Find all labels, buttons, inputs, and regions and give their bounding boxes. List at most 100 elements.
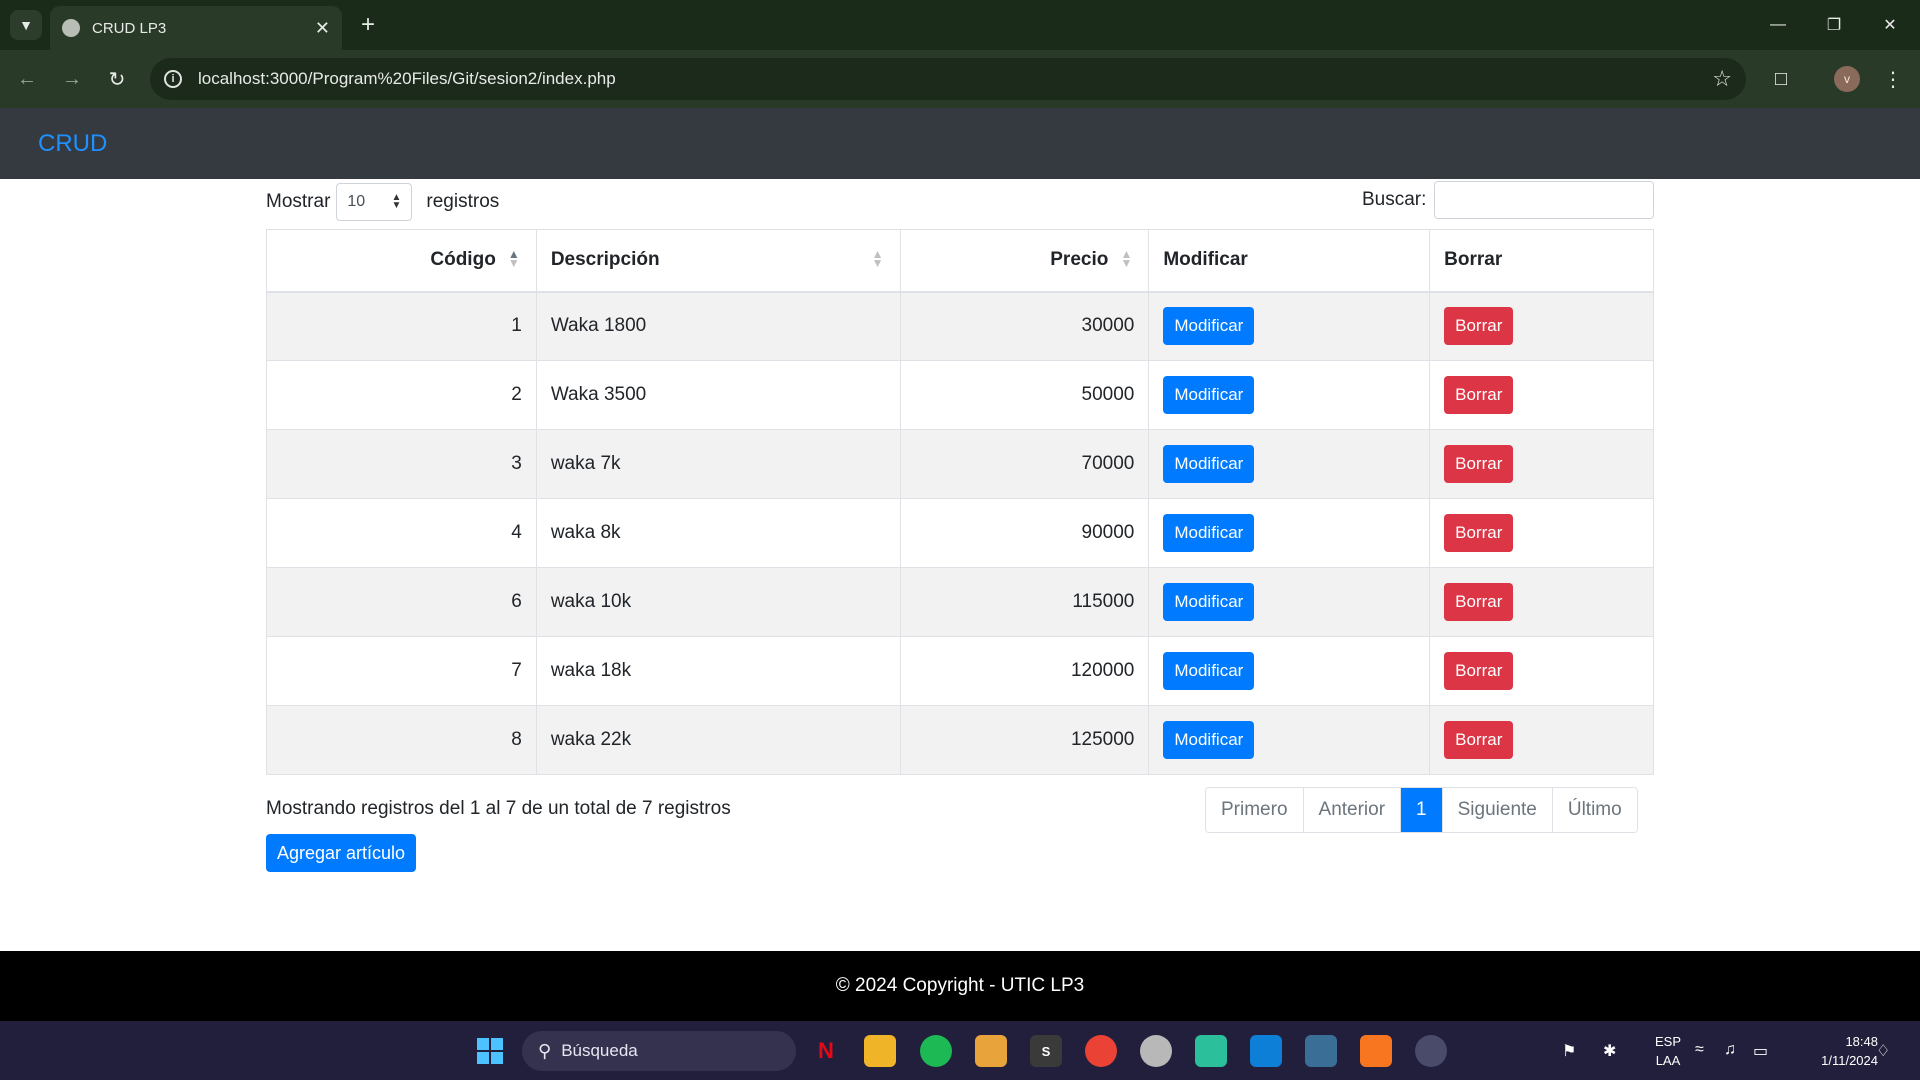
- modify-button[interactable]: Modificar: [1163, 376, 1255, 414]
- delete-button[interactable]: Borrar: [1444, 376, 1514, 414]
- cell-precio: 120000: [899, 636, 1150, 706]
- table-search: Buscar:: [1362, 181, 1655, 219]
- more-menu-icon[interactable]: ⋮: [1878, 64, 1908, 94]
- restore-button[interactable]: ❐: [1806, 0, 1862, 50]
- new-tab-button[interactable]: +: [352, 10, 384, 40]
- cell-borrar: Borrar: [1429, 498, 1654, 568]
- clock[interactable]: 18:48 1/11/2024: [1790, 1021, 1878, 1080]
- chrome-icon[interactable]: [1085, 1035, 1117, 1067]
- search-label: Buscar:: [1362, 189, 1427, 210]
- delete-button[interactable]: Borrar: [1444, 445, 1514, 483]
- cell-modificar: Modificar: [1148, 429, 1431, 499]
- windows-taskbar: ⚲ Búsqueda N S ⚑ ✱ ESP LAA ≈ ♫ ▭ 18:48 1…: [0, 1021, 1920, 1080]
- navbar-brand[interactable]: CRUD: [38, 130, 107, 158]
- spotify-icon[interactable]: [920, 1035, 952, 1067]
- cell-modificar: Modificar: [1148, 360, 1431, 430]
- taskbar-search[interactable]: ⚲ Búsqueda: [522, 1031, 796, 1071]
- column-header-codigo[interactable]: Código ▲ ▼: [266, 229, 537, 293]
- tab-search-button[interactable]: ▼: [10, 10, 42, 40]
- cell-borrar: Borrar: [1429, 705, 1654, 775]
- xampp-icon[interactable]: [1360, 1035, 1392, 1067]
- delete-button[interactable]: Borrar: [1444, 514, 1514, 552]
- battery-icon[interactable]: ▭: [1753, 1041, 1768, 1061]
- column-header-modificar: Modificar: [1148, 229, 1431, 293]
- sublime-icon[interactable]: S: [1030, 1035, 1062, 1067]
- app-cube-icon[interactable]: [975, 1035, 1007, 1067]
- address-bar[interactable]: i localhost:3000/Program%20Files/Git/ses…: [150, 58, 1746, 100]
- table-row: 2 Waka 3500 50000 Modificar Borrar: [266, 360, 1654, 430]
- chrome-profile-icon[interactable]: [1415, 1035, 1447, 1067]
- volume-icon[interactable]: ♫: [1724, 1041, 1736, 1059]
- cell-modificar: Modificar: [1148, 567, 1431, 637]
- pagination-first[interactable]: Primero: [1206, 788, 1303, 832]
- url-text[interactable]: localhost:3000/Program%20Files/Git/sesio…: [198, 69, 1712, 89]
- delete-button[interactable]: Borrar: [1444, 721, 1514, 759]
- cell-borrar: Borrar: [1429, 291, 1654, 361]
- pagination-page-current[interactable]: 1: [1400, 788, 1442, 832]
- modify-button[interactable]: Modificar: [1163, 583, 1255, 621]
- bluetooth-icon[interactable]: ✱: [1603, 1041, 1616, 1061]
- close-tab-icon[interactable]: ✕: [315, 18, 330, 39]
- forward-button[interactable]: →: [57, 64, 87, 94]
- start-button[interactable]: [474, 1035, 506, 1067]
- modify-button[interactable]: Modificar: [1163, 721, 1255, 759]
- delete-button[interactable]: Borrar: [1444, 583, 1514, 621]
- modify-button[interactable]: Modificar: [1163, 514, 1255, 552]
- pagination: Primero Anterior 1 Siguiente Último: [1205, 787, 1638, 833]
- cell-descripcion: Waka 1800: [535, 291, 901, 361]
- add-article-button[interactable]: Agregar artículo: [266, 834, 417, 872]
- main-content: Mostrar 10 ▲ ▼ registros Buscar: Código ▲…: [0, 179, 1920, 951]
- back-button[interactable]: ←: [12, 64, 42, 94]
- cell-modificar: Modificar: [1148, 636, 1431, 706]
- mysql-workbench-icon[interactable]: [1305, 1035, 1337, 1067]
- modify-button[interactable]: Modificar: [1163, 307, 1255, 346]
- browser-tabstrip: ▼ CRUD LP3 ✕ + — ❐ ✕: [0, 0, 1920, 50]
- reload-button[interactable]: ↻: [102, 64, 132, 94]
- delete-button[interactable]: Borrar: [1444, 652, 1514, 690]
- page-length-select[interactable]: 10 ▲ ▼: [336, 183, 413, 221]
- browser-toolbar: ← → ↻ i localhost:3000/Program%20Files/G…: [0, 50, 1920, 108]
- column-header-borrar: Borrar: [1429, 229, 1654, 293]
- close-window-button[interactable]: ✕: [1862, 0, 1918, 50]
- vscode-icon[interactable]: [1250, 1035, 1282, 1067]
- modify-button[interactable]: Modificar: [1163, 652, 1255, 690]
- clock-time: 18:48: [1845, 1033, 1878, 1049]
- security-icon[interactable]: ⚑: [1562, 1041, 1576, 1061]
- column-header-descripcion[interactable]: Descripción ▲ ▼: [535, 229, 901, 293]
- table-info: Mostrando registros del 1 al 7 de un tot…: [266, 798, 731, 819]
- table-row: 8 waka 22k 125000 Modificar Borrar: [266, 705, 1654, 775]
- postman-icon[interactable]: [1195, 1035, 1227, 1067]
- profile-avatar[interactable]: v: [1834, 66, 1860, 92]
- pagination-last[interactable]: Último: [1551, 788, 1637, 832]
- browser-tab[interactable]: CRUD LP3 ✕: [50, 6, 342, 50]
- table-row: 1 Waka 1800 30000 Modificar Borrar: [266, 291, 1654, 361]
- windows-logo-icon: [477, 1038, 503, 1064]
- netflix-icon[interactable]: N: [810, 1035, 842, 1067]
- file-explorer-icon[interactable]: [864, 1035, 896, 1067]
- site-info-icon[interactable]: i: [164, 70, 182, 88]
- sort-asc-icon: ▲ ▼: [507, 247, 520, 270]
- notification-bell-icon[interactable]: ♢: [1876, 1041, 1890, 1061]
- column-header-precio[interactable]: Precio ▲ ▼: [899, 229, 1150, 293]
- cell-descripcion: waka 18k: [535, 636, 901, 706]
- wifi-icon[interactable]: ≈: [1695, 1041, 1704, 1059]
- cell-codigo: 2: [266, 360, 537, 430]
- extensions-icon[interactable]: □: [1766, 64, 1796, 94]
- page-length-value: 10: [347, 193, 366, 210]
- pagination-previous[interactable]: Anterior: [1302, 788, 1401, 832]
- search-input[interactable]: [1434, 181, 1655, 219]
- table-row: 3 waka 7k 70000 Modificar Borrar: [266, 429, 1654, 499]
- modify-button[interactable]: Modificar: [1163, 445, 1255, 483]
- taskbar-search-placeholder: Búsqueda: [561, 1041, 638, 1060]
- minimize-button[interactable]: —: [1750, 0, 1806, 50]
- pagination-next[interactable]: Siguiente: [1441, 788, 1552, 832]
- language-bottom: LAA: [1655, 1052, 1681, 1068]
- tab-title: CRUD LP3: [92, 19, 167, 37]
- database-icon[interactable]: [1140, 1035, 1172, 1067]
- cell-borrar: Borrar: [1429, 567, 1654, 637]
- delete-button[interactable]: Borrar: [1444, 307, 1514, 346]
- table-row: 4 waka 8k 90000 Modificar Borrar: [266, 498, 1654, 568]
- language-indicator[interactable]: ESP LAA: [1644, 1021, 1692, 1080]
- bookmark-star-icon[interactable]: ☆: [1712, 66, 1732, 92]
- cell-descripcion: waka 7k: [535, 429, 901, 499]
